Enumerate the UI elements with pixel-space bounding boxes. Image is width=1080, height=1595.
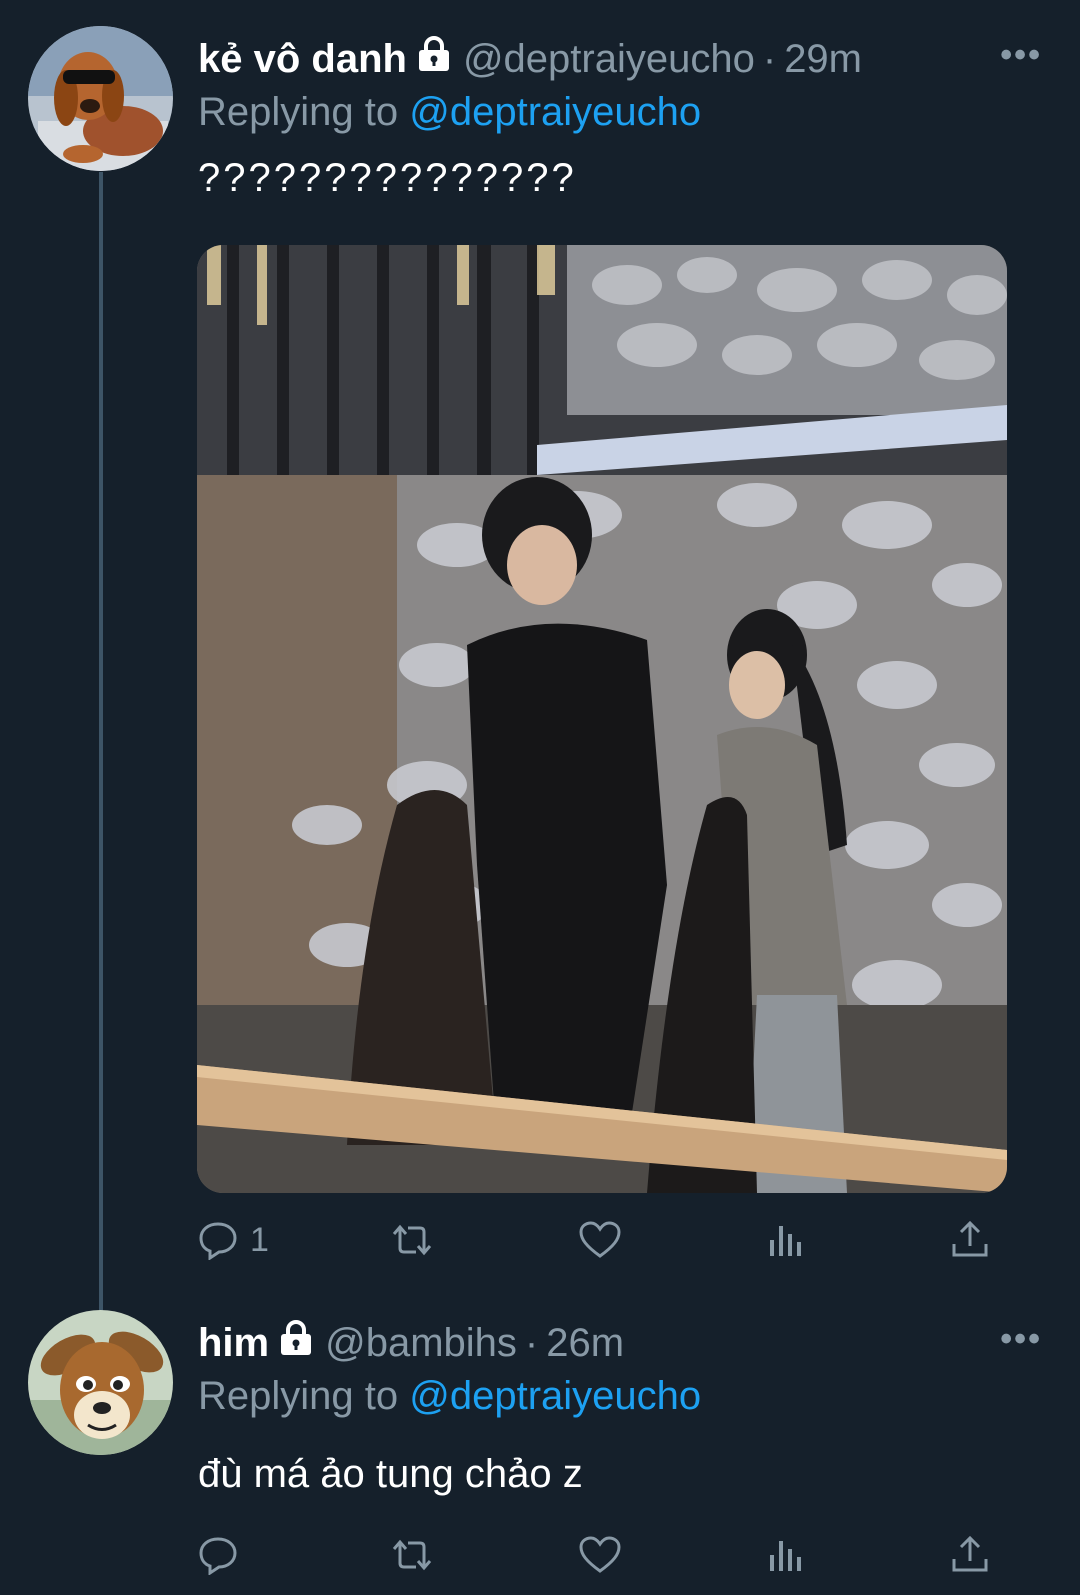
tweet-photo[interactable] <box>197 245 1007 1193</box>
mention-link[interactable]: @deptraiyeucho <box>409 1374 701 1418</box>
like-icon <box>578 1535 622 1575</box>
tweet-actions <box>198 1525 1018 1585</box>
tweet-actions: 1 <box>198 1210 1018 1270</box>
like-button[interactable] <box>578 1210 622 1270</box>
like-icon <box>578 1220 622 1260</box>
more-icon[interactable]: ••• <box>1000 36 1042 75</box>
tweet-header: him @bambihs · 26m <box>198 1320 624 1366</box>
share-button[interactable] <box>950 1525 990 1585</box>
more-icon[interactable]: ••• <box>1000 1320 1042 1359</box>
retweet-icon <box>388 1220 436 1260</box>
handle[interactable]: @bambihs <box>325 1320 517 1366</box>
thread-connector-line <box>99 172 103 1312</box>
retweet-icon <box>388 1535 436 1575</box>
share-icon <box>950 1535 990 1575</box>
retweet-button[interactable] <box>388 1525 436 1585</box>
tweet-text: ??????????????? <box>198 156 577 200</box>
display-name[interactable]: him <box>198 1320 269 1366</box>
avatar-bambi[interactable] <box>28 1310 173 1455</box>
reply-icon <box>198 1220 238 1260</box>
replying-label: Replying to <box>198 90 399 134</box>
mention-link[interactable]: @deptraiyeucho <box>409 90 701 134</box>
lock-icon <box>417 36 451 82</box>
reply-count: 1 <box>250 1220 269 1259</box>
replying-to: Replying to @deptraiyeucho <box>198 1374 701 1419</box>
reply-button[interactable]: 1 <box>198 1210 269 1270</box>
replying-to: Replying to @deptraiyeucho <box>198 90 701 135</box>
tweet-text: đù má ảo tung chảo z <box>198 1452 583 1496</box>
analytics-button[interactable] <box>766 1210 806 1270</box>
reply-button[interactable] <box>198 1525 238 1585</box>
separator: · <box>524 1321 539 1365</box>
tweet-header: kẻ vô danh @deptraiyeucho · 29m <box>198 36 862 82</box>
timestamp[interactable]: 26m <box>546 1320 624 1366</box>
avatar-dog[interactable] <box>28 26 173 171</box>
timestamp[interactable]: 29m <box>784 36 862 82</box>
analytics-icon <box>766 1535 806 1575</box>
separator: · <box>762 37 777 81</box>
lock-icon <box>279 1320 313 1366</box>
retweet-button[interactable] <box>388 1210 436 1270</box>
analytics-icon <box>766 1220 806 1260</box>
like-button[interactable] <box>578 1525 622 1585</box>
handle[interactable]: @deptraiyeucho <box>463 36 755 82</box>
share-icon <box>950 1220 990 1260</box>
replying-label: Replying to <box>198 1374 399 1418</box>
share-button[interactable] <box>950 1210 990 1270</box>
analytics-button[interactable] <box>766 1525 806 1585</box>
display-name[interactable]: kẻ vô danh <box>198 36 407 82</box>
reply-icon <box>198 1535 238 1575</box>
